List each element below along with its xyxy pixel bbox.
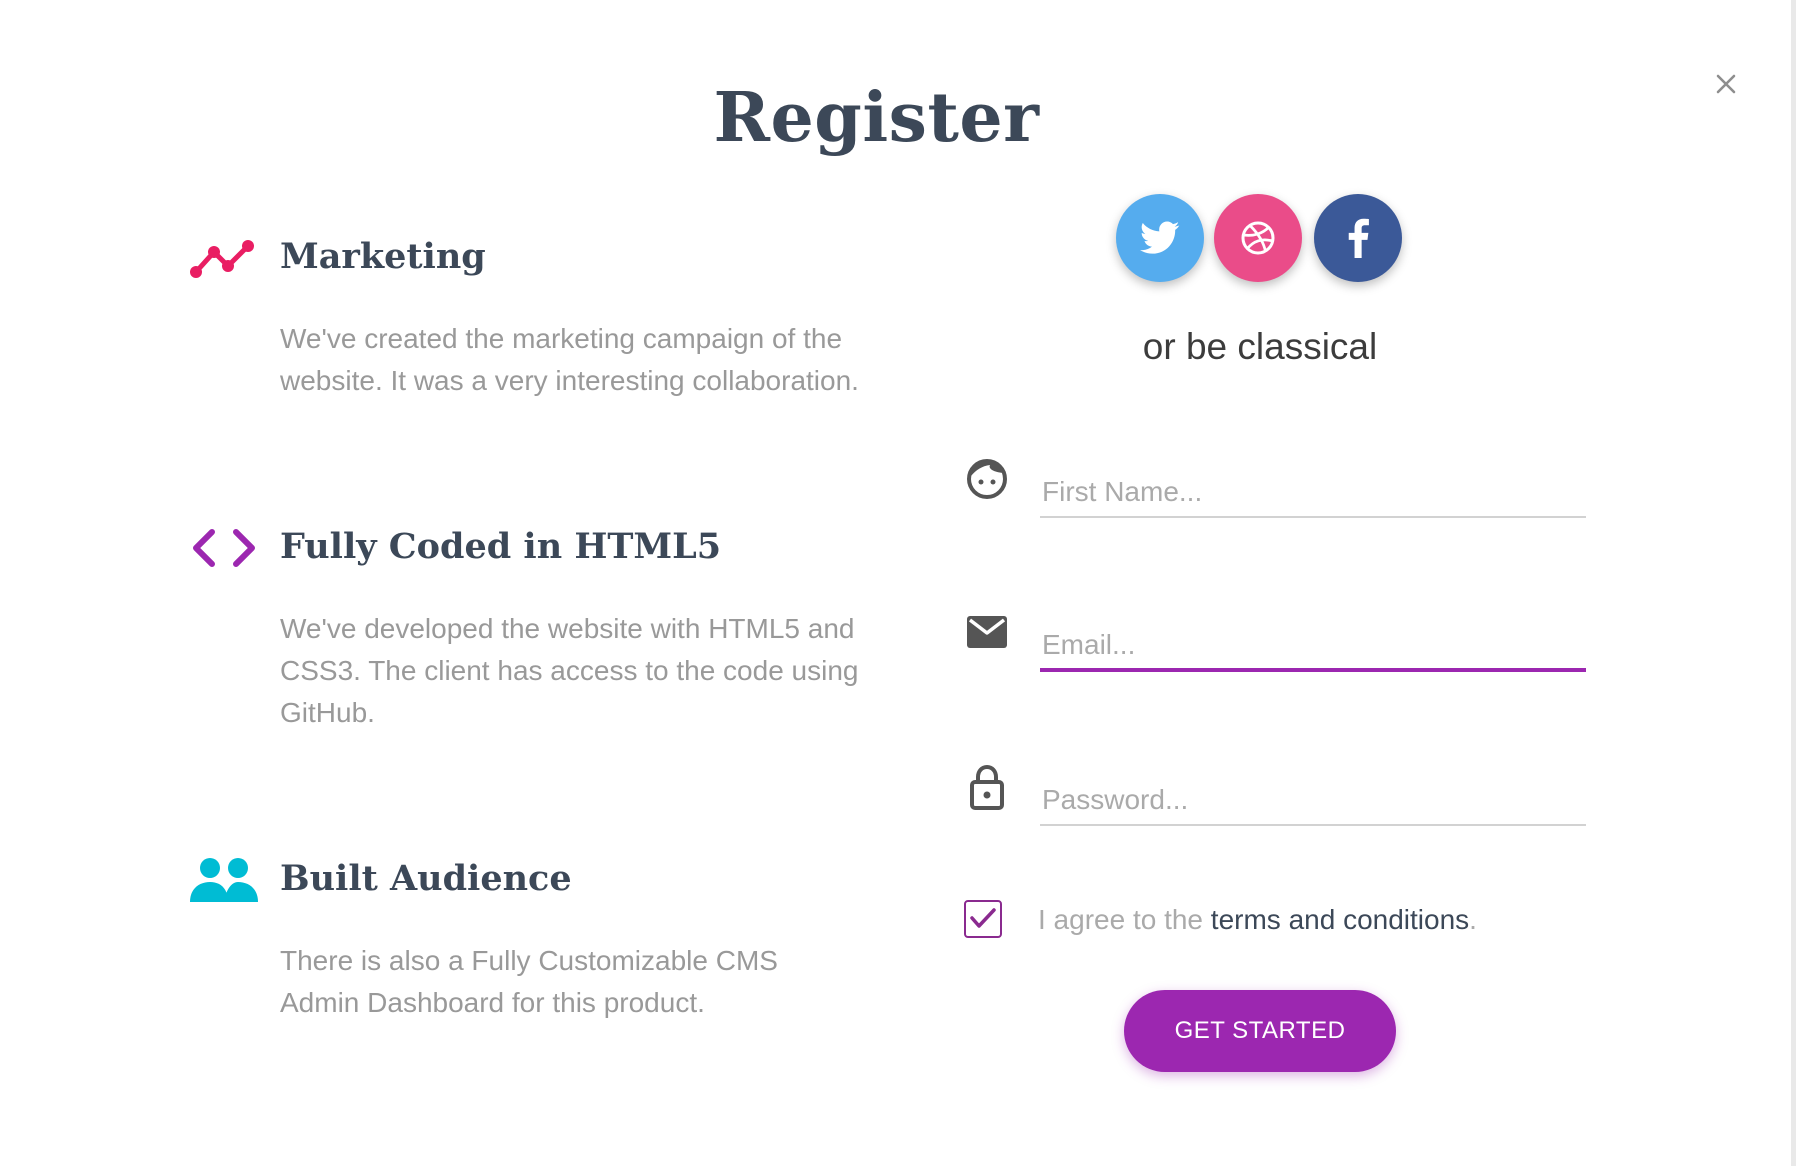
dribbble-button[interactable] — [1214, 194, 1302, 282]
terms-prefix: I agree to the — [1038, 904, 1211, 935]
terms-suffix: . — [1469, 904, 1477, 935]
terms-checkbox[interactable] — [964, 900, 1002, 938]
email-input[interactable] — [1040, 622, 1586, 672]
modal-title: Register — [713, 78, 1040, 158]
register-modal: Register Marketing We've created the mar… — [0, 0, 1796, 1166]
facebook-button[interactable] — [1314, 194, 1402, 282]
password-input[interactable] — [1040, 776, 1586, 826]
email-field — [964, 610, 1586, 690]
scrollbar-track[interactable] — [1791, 0, 1796, 1166]
timeline-icon — [188, 236, 260, 292]
feature-description: There is also a Fully Customizable CMS A… — [280, 945, 778, 1018]
terms-link[interactable]: terms and conditions — [1211, 904, 1469, 935]
first-name-field — [964, 456, 1586, 536]
face-icon — [964, 456, 1010, 502]
feature-heading: Built Audience — [280, 858, 572, 899]
divider-text: or be classical — [1142, 326, 1378, 367]
password-field — [964, 764, 1586, 844]
terms-label: I agree to the terms and conditions. — [1038, 904, 1477, 936]
feature-description: We've created the marketing campaign of … — [280, 323, 859, 396]
feature-description: We've developed the website with HTML5 a… — [280, 613, 859, 728]
first-name-input[interactable] — [1040, 468, 1586, 518]
dribbble-icon — [1241, 221, 1275, 255]
feature-heading: Fully Coded in HTML5 — [280, 526, 722, 567]
check-icon — [970, 908, 996, 928]
lock-icon — [964, 764, 1010, 810]
mail-icon — [964, 610, 1010, 656]
facebook-icon — [1348, 218, 1369, 258]
twitter-icon — [1140, 221, 1180, 254]
twitter-button[interactable] — [1116, 194, 1204, 282]
group-icon — [188, 858, 260, 914]
feature-heading: Marketing — [280, 236, 486, 277]
code-icon — [188, 526, 260, 582]
get-started-button[interactable]: GET STARTED — [1124, 990, 1396, 1072]
